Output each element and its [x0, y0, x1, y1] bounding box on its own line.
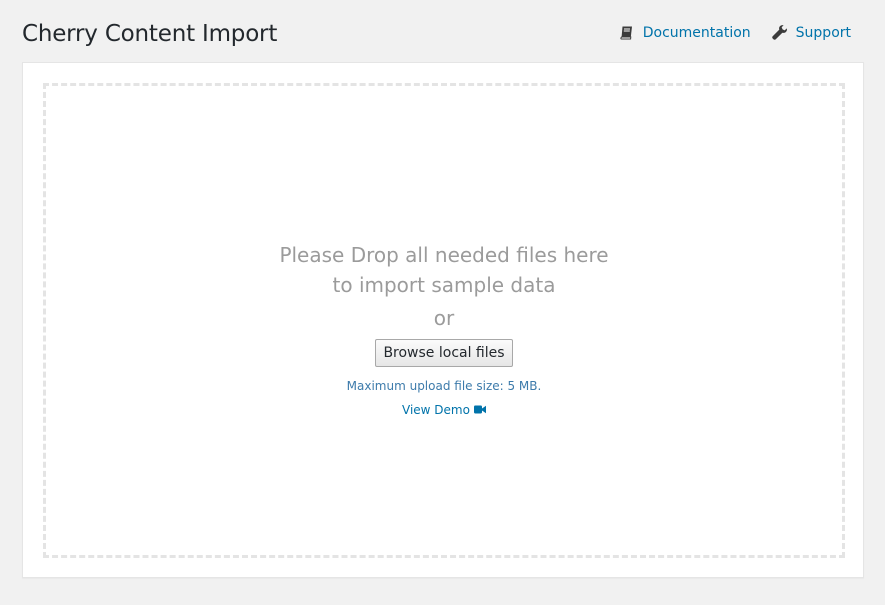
- drop-message-line1: Please Drop all needed files here: [279, 243, 609, 267]
- documentation-link[interactable]: Documentation: [619, 25, 751, 41]
- support-link[interactable]: Support: [771, 24, 851, 41]
- max-upload-size: Maximum upload file size: 5 MB.: [346, 379, 542, 393]
- documentation-label: Documentation: [642, 24, 751, 41]
- support-label: Support: [795, 24, 851, 41]
- book-icon: [619, 25, 635, 41]
- header-links: Documentation Support: [619, 24, 851, 41]
- view-demo-label: View Demo: [402, 403, 470, 417]
- import-panel: Please Drop all needed files here to imp…: [22, 62, 864, 578]
- video-camera-icon: [473, 403, 486, 417]
- file-dropzone[interactable]: Please Drop all needed files here to imp…: [43, 83, 845, 558]
- page-header: Cherry Content Import Documentation Supp…: [22, 18, 865, 50]
- dropzone-content: Please Drop all needed files here to imp…: [46, 240, 842, 418]
- browse-local-files-button[interactable]: Browse local files: [375, 339, 513, 367]
- view-demo-link[interactable]: View Demo: [402, 403, 486, 417]
- drop-message-line2: to import sample data: [332, 273, 556, 297]
- or-separator: or: [433, 306, 455, 330]
- drop-message: Please Drop all needed files here to imp…: [46, 240, 842, 300]
- wrench-icon: [771, 24, 788, 41]
- page-title: Cherry Content Import: [22, 21, 278, 47]
